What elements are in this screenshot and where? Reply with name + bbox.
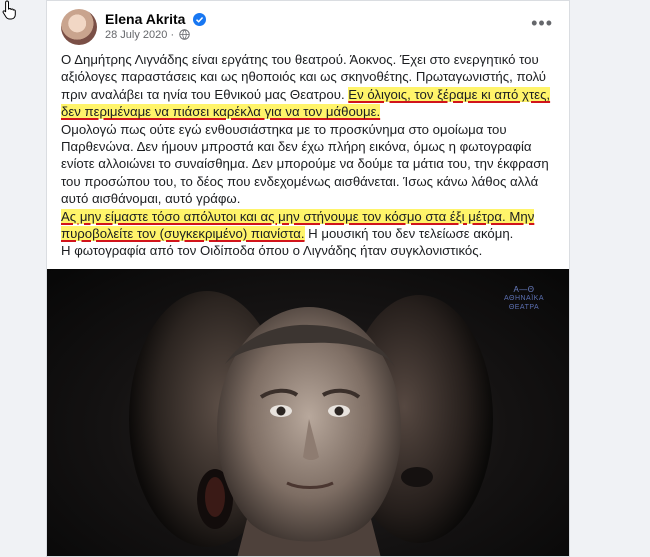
post-date[interactable]: 28 July 2020 <box>105 29 167 41</box>
verified-badge-icon <box>193 13 207 26</box>
logo-line-1: ΑΘΗΝΑΪΚΑ <box>503 295 545 302</box>
globe-icon <box>179 29 190 40</box>
logo-mark: Α—Θ <box>513 285 535 294</box>
post-header: Elena Akrita 28 July 2020 · ••• <box>61 7 559 47</box>
theatre-logo: Α—Θ ΑΘΗΝΑΪΚΑ ΘΕΑΤΡΑ <box>497 285 551 312</box>
theatre-poster-image <box>129 291 493 556</box>
post-photo[interactable]: Α—Θ ΑΘΗΝΑΪΚΑ ΘΕΑΤΡΑ <box>47 269 569 556</box>
paragraph-1: Ο Δημήτρης Λιγνάδης είναι εργάτης του θε… <box>61 51 561 121</box>
post-author[interactable]: Elena Akrita <box>105 11 207 27</box>
facebook-post-card: Elena Akrita 28 July 2020 · ••• Ο Δημήτρ… <box>46 0 570 557</box>
paragraph-3-text: Η μουσική του δεν τελείωσε ακόμη. <box>304 226 514 242</box>
paragraph-4: Η φωτογραφία από τον Οιδίποδα όπου ο Λιγ… <box>61 243 483 259</box>
author-name[interactable]: Elena Akrita <box>105 11 185 27</box>
paragraph-2: Ομολογώ πως ούτε εγώ ενθουσιάστηκα με το… <box>61 121 549 207</box>
logo-line-2: ΘΕΑΤΡΑ <box>508 304 540 311</box>
post-meta: 28 July 2020 · <box>105 29 190 41</box>
date-separator: · <box>170 29 175 41</box>
post-text: Ο Δημήτρης Λιγνάδης είναι εργάτης του θε… <box>61 51 561 260</box>
hand-cursor-icon <box>2 0 16 20</box>
paragraph-3: Ας μην είμαστε τόσο απόλυτοι και ας μην … <box>61 208 561 243</box>
avatar[interactable] <box>61 9 97 45</box>
more-options-icon[interactable]: ••• <box>531 13 553 34</box>
